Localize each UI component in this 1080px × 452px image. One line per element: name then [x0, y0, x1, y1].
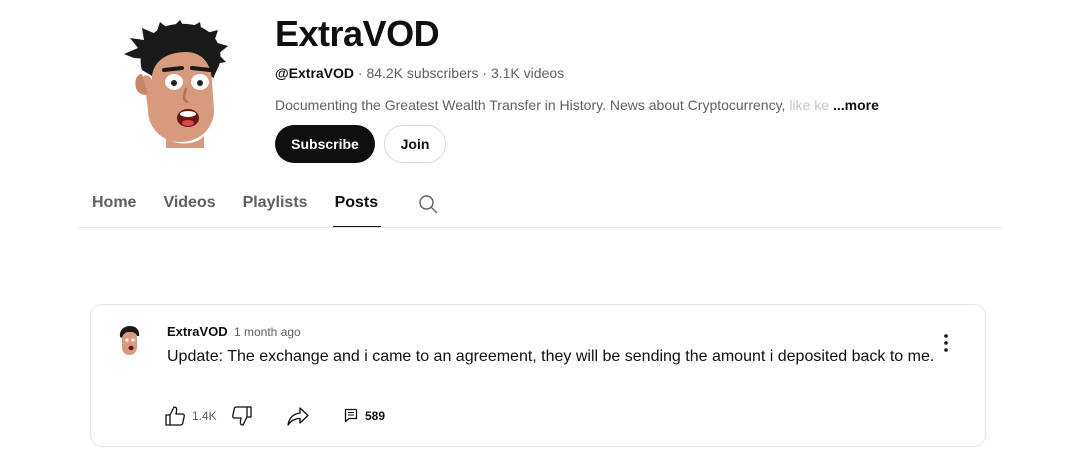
post-text: Update: The exchange and i came to an ag…: [167, 348, 935, 365]
like-count: 1.4K: [192, 409, 217, 423]
like-icon[interactable]: [164, 405, 186, 427]
tab-home[interactable]: Home: [92, 186, 136, 228]
tab-videos[interactable]: Videos: [163, 186, 215, 228]
channel-avatar[interactable]: [122, 18, 234, 148]
subscribe-button[interactable]: Subscribe: [275, 125, 375, 163]
dislike-icon[interactable]: [231, 405, 253, 427]
channel-name: ExtraVOD: [275, 13, 440, 54]
tabs-divider: [78, 227, 1002, 228]
channel-stats: · 84.2K subscribers · 3.1K videos: [354, 65, 565, 81]
comment-count[interactable]: 589: [365, 409, 385, 423]
post-timestamp[interactable]: 1 month ago: [234, 325, 301, 339]
description-text: Documenting the Greatest Wealth Transfer…: [275, 97, 786, 113]
search-icon[interactable]: [418, 194, 438, 214]
more-link[interactable]: ...more: [833, 97, 879, 113]
more-vert-icon[interactable]: [938, 332, 954, 354]
join-button[interactable]: Join: [384, 125, 446, 163]
channel-meta: @ExtraVOD · 84.2K subscribers · 3.1K vid…: [275, 65, 564, 81]
tab-playlists[interactable]: Playlists: [243, 186, 308, 228]
tab-posts[interactable]: Posts: [332, 186, 381, 228]
channel-handle: @ExtraVOD: [275, 65, 355, 81]
comment-icon[interactable]: [344, 408, 358, 423]
channel-description[interactable]: Documenting the Greatest Wealth Transfer…: [275, 97, 879, 113]
post-author[interactable]: ExtraVOD: [167, 324, 228, 339]
post-author-avatar[interactable]: [117, 325, 141, 357]
description-faded: like ke: [785, 97, 830, 113]
share-icon[interactable]: [286, 405, 310, 427]
channel-tabs: Home Videos Playlists Posts: [92, 186, 405, 228]
